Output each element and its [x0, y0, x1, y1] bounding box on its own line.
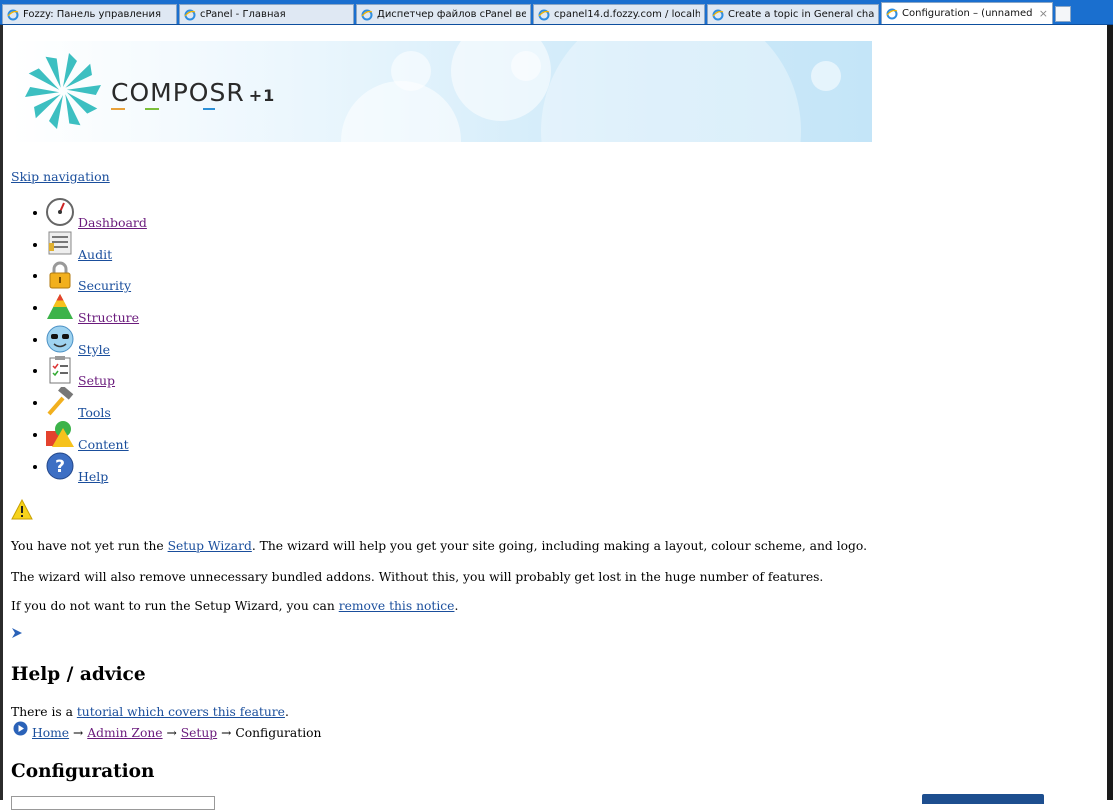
ie-icon [7, 9, 19, 20]
clipboard-checklist-icon[interactable] [45, 355, 75, 385]
browser-tab[interactable]: Диспетчер файлов cPanel ве... [356, 4, 531, 24]
browser-tab[interactable]: cpanel14.d.fozzy.com / localh... [533, 4, 705, 24]
list-bullet [33, 432, 37, 437]
logo-word: COMPOSR [111, 78, 245, 107]
nav-link-security[interactable]: Security [78, 278, 131, 293]
list-bullet [33, 369, 37, 374]
help-heading: Help / advice [11, 664, 146, 685]
notice-text: You have not yet run the [11, 539, 168, 553]
nav-link-tools[interactable]: Tools [78, 405, 111, 420]
nav-link-content[interactable]: Content [78, 437, 129, 452]
tab-label: Create a topic in General chat ... [728, 9, 874, 20]
breadcrumb-separator: → [166, 726, 177, 740]
site-logo-text[interactable]: COMPOSR +1 [111, 78, 275, 107]
svg-text:?: ? [55, 457, 65, 477]
list-bullet [33, 211, 37, 215]
shapes-icon[interactable] [45, 419, 75, 449]
list-bullet [33, 306, 37, 311]
logo-suffix: +1 [248, 86, 276, 105]
breadcrumb-setup-link[interactable]: Setup [181, 726, 217, 740]
help-text-segment: . [284, 705, 289, 719]
ie-icon [361, 9, 373, 20]
setup-wizard-link[interactable]: Setup Wizard [168, 539, 252, 553]
ie-icon [184, 9, 196, 20]
action-button[interactable] [922, 794, 1044, 804]
notice-line-2: The wizard will also remove unnecessary … [11, 570, 824, 584]
help-text: There is a tutorial which covers this fe… [11, 705, 289, 719]
list-bullet [33, 464, 37, 469]
breadcrumb-admin-zone-link[interactable]: Admin Zone [87, 726, 162, 740]
breadcrumb: Home → Admin Zone → Setup → Configuratio… [32, 726, 321, 740]
nav-link-audit[interactable]: Audit [78, 247, 112, 262]
question-mark-icon[interactable]: ? [45, 451, 75, 481]
nav-link-style[interactable]: Style [78, 342, 110, 357]
list-bullet [33, 274, 37, 279]
notice-line-1: You have not yet run the Setup Wizard. T… [11, 539, 867, 553]
browser-tab-active[interactable]: Configuration – (unnamed) × [881, 2, 1053, 24]
list-bullet [33, 242, 37, 247]
window-border [1107, 25, 1113, 800]
browser-tab[interactable]: Fozzy: Панель управления [2, 4, 177, 24]
list-bullet [33, 337, 37, 342]
remove-notice-link[interactable]: remove this notice [339, 599, 455, 613]
hammer-icon[interactable] [45, 387, 75, 417]
notice-text: If you do not want to run the Setup Wiza… [11, 599, 339, 613]
tab-label: Диспетчер файлов cPanel ве... [377, 9, 526, 20]
site-header-banner: COMPOSR +1 [11, 41, 872, 142]
ie-icon [712, 9, 724, 20]
breadcrumb-separator: → [221, 726, 232, 740]
breadcrumb-current: Configuration [235, 726, 322, 740]
notice-text: . [454, 599, 459, 613]
audit-log-icon[interactable] [45, 229, 75, 259]
tab-label: Fozzy: Панель управления [23, 9, 161, 20]
padlock-icon[interactable] [45, 260, 75, 290]
browser-tab[interactable]: cPanel - Главная [179, 4, 354, 24]
pyramid-icon[interactable] [45, 292, 75, 322]
breadcrumb-play-icon [13, 721, 28, 736]
notice-line-3: If you do not want to run the Setup Wiza… [11, 599, 458, 613]
composr-logo-icon[interactable] [23, 51, 103, 131]
search-input[interactable] [11, 796, 215, 810]
smiley-sunglasses-icon[interactable] [45, 324, 75, 354]
notice-text: . The wizard will help you get your site… [251, 539, 868, 553]
ie-icon [886, 8, 898, 19]
browser-tab-bar: Fozzy: Панель управления cPanel - Главна… [0, 0, 1113, 25]
nav-link-structure[interactable]: Structure [78, 310, 139, 325]
warning-icon [11, 499, 33, 520]
window-border [0, 25, 3, 800]
expand-arrow-icon[interactable] [11, 627, 23, 639]
ie-icon [538, 9, 550, 20]
dashboard-gauge-icon[interactable] [45, 197, 75, 227]
nav-link-help[interactable]: Help [78, 469, 108, 484]
breadcrumb-separator: → [73, 726, 84, 740]
skip-navigation-link[interactable]: Skip navigation [11, 169, 110, 184]
tab-label: cpanel14.d.fozzy.com / localh... [554, 9, 700, 20]
nav-link-dashboard[interactable]: Dashboard [78, 215, 147, 230]
breadcrumb-home-link[interactable]: Home [32, 726, 69, 740]
nav-link-setup[interactable]: Setup [78, 373, 115, 388]
help-text-segment: There is a [11, 705, 77, 719]
page-title: Configuration [11, 761, 155, 782]
tab-label: Configuration – (unnamed) [902, 8, 1033, 19]
browser-tab[interactable]: Create a topic in General chat ... [707, 4, 879, 24]
tab-label: cPanel - Главная [200, 9, 286, 20]
tutorial-link[interactable]: tutorial which covers this feature [77, 705, 285, 719]
new-tab-button[interactable] [1055, 6, 1071, 22]
list-bullet [33, 401, 37, 406]
close-tab-icon[interactable]: × [1039, 7, 1048, 20]
logo-underline-decoration [111, 108, 215, 110]
